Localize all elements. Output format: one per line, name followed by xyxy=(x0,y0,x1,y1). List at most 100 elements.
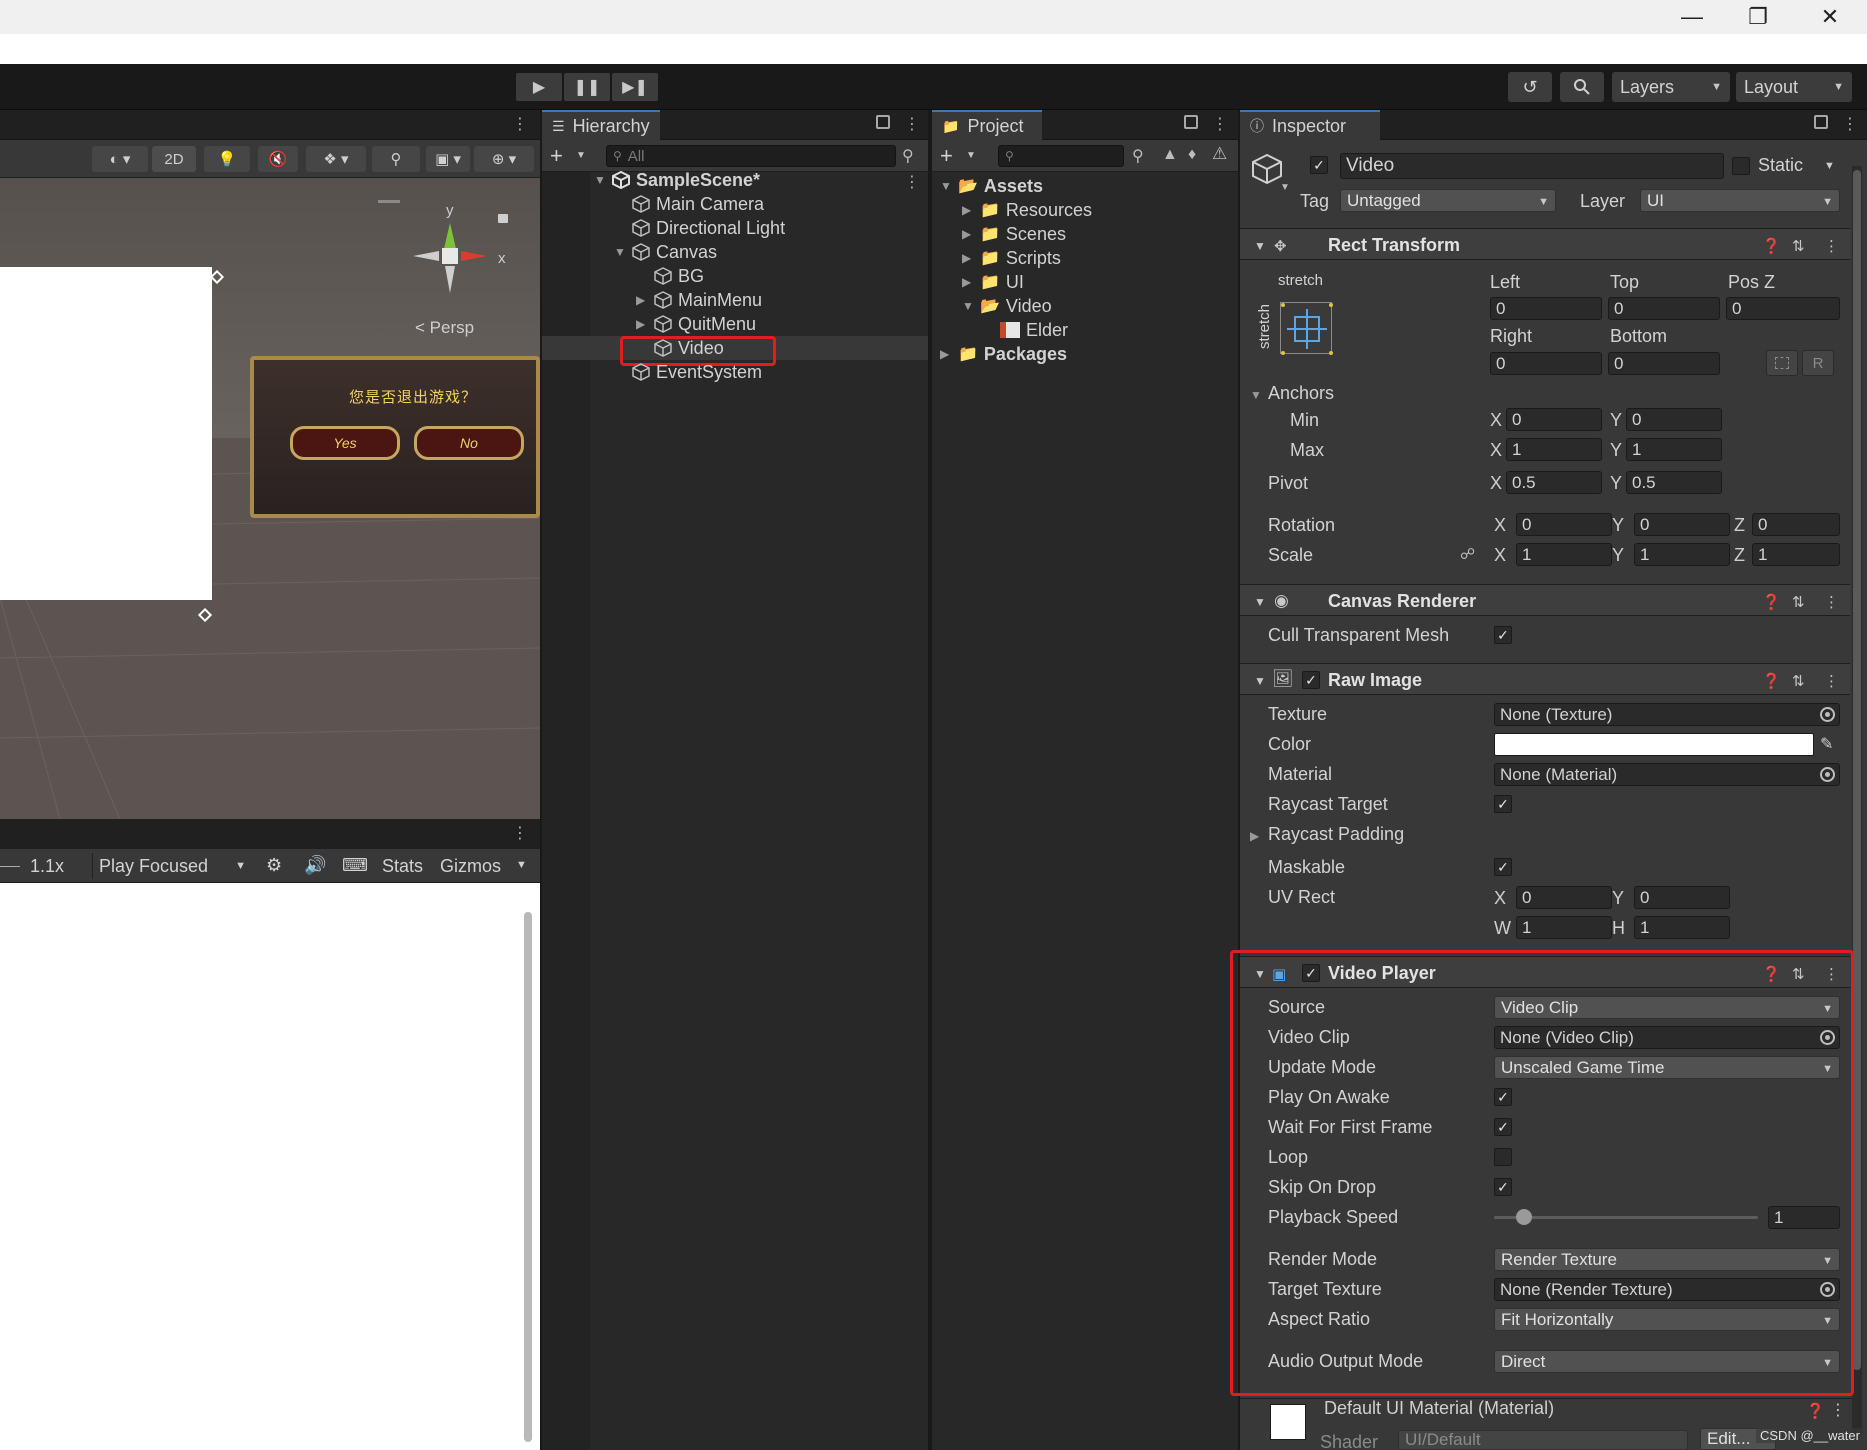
search-button[interactable] xyxy=(1560,72,1604,102)
scale-z-field[interactable]: 1 xyxy=(1752,543,1840,566)
collapse-arrow-icon[interactable]: ▼ xyxy=(1254,595,1266,609)
more-icon[interactable]: ⋮ xyxy=(1824,237,1839,255)
close-icon[interactable]: ✕ xyxy=(1800,0,1860,34)
play-button[interactable]: ▶ xyxy=(516,73,562,101)
rotation-y-field[interactable]: 0 xyxy=(1634,513,1730,536)
link-off-icon[interactable]: ☍ xyxy=(1460,545,1475,563)
history-button[interactable]: ↺ xyxy=(1508,72,1552,102)
pivot-y-field[interactable]: 0.5 xyxy=(1626,471,1722,494)
tree-folder-ui[interactable]: ▶ 📁 UI xyxy=(962,270,1024,294)
expand-arrow-icon[interactable]: ▶ xyxy=(636,293,648,307)
scale-x-field[interactable]: 1 xyxy=(1516,543,1612,566)
tree-item-canvas[interactable]: ▼ Canvas xyxy=(614,240,717,264)
more-icon[interactable]: ⋮ xyxy=(1212,114,1228,134)
expand-arrow-icon[interactable]: ▼ xyxy=(962,299,974,313)
step-button[interactable]: ▶❚ xyxy=(612,73,658,101)
expand-arrow-icon[interactable]: ▶ xyxy=(962,251,974,265)
more-icon[interactable]: ⋮ xyxy=(1824,593,1839,611)
eyedropper-icon[interactable]: ✎ xyxy=(1820,734,1833,754)
more-icon[interactable]: ⋮ xyxy=(904,114,920,134)
object-picker-icon[interactable] xyxy=(1820,767,1835,782)
presets-icon[interactable]: ⇅ xyxy=(1792,672,1805,690)
filter-type-icon[interactable]: ▲ xyxy=(1162,146,1178,164)
perspective-label[interactable]: < Persp xyxy=(415,318,474,338)
search-filter-icon[interactable]: ⚲ xyxy=(1132,146,1144,166)
tree-asset-elder[interactable]: Elder xyxy=(1000,318,1068,342)
gizmos-button[interactable]: Gizmos xyxy=(440,856,501,877)
tree-item-eventsystem[interactable]: EventSystem xyxy=(632,360,762,384)
anchor-max-x-field[interactable]: 1 xyxy=(1506,438,1602,461)
warning-icon[interactable]: ⚠ xyxy=(1212,144,1227,164)
uv-x-field[interactable]: 0 xyxy=(1516,886,1612,909)
tree-folder-scenes[interactable]: ▶ 📁 Scenes xyxy=(962,222,1066,246)
scene-search-icon[interactable]: ⚲ xyxy=(902,146,914,166)
layout-dropdown[interactable]: Layout ▼ xyxy=(1736,72,1852,102)
raycast-target-checkbox[interactable]: ✓ xyxy=(1494,795,1512,813)
lock-icon[interactable] xyxy=(1184,115,1198,129)
dialog-no-button[interactable]: No xyxy=(414,426,524,460)
top-field[interactable]: 0 xyxy=(1608,297,1720,320)
expand-arrow-icon[interactable]: ▼ xyxy=(594,173,606,187)
uv-w-field[interactable]: 1 xyxy=(1516,916,1612,939)
lock-icon[interactable] xyxy=(498,214,508,223)
tree-item-mainmenu[interactable]: ▶ MainMenu xyxy=(636,288,762,312)
tree-scene-root[interactable]: ▼ SampleScene* xyxy=(594,168,760,192)
audio-mute-icon[interactable]: 🔇 xyxy=(258,146,298,172)
tree-folder-scripts[interactable]: ▶ 📁 Scripts xyxy=(962,246,1061,270)
posz-field[interactable]: 0 xyxy=(1726,297,1840,320)
add-icon[interactable]: + xyxy=(940,143,953,169)
help-icon[interactable]: ❓ xyxy=(1806,1402,1825,1420)
label-icon[interactable]: ♦ xyxy=(1188,146,1196,164)
quit-dialog[interactable]: 您是否退出游戏？ Yes No xyxy=(250,356,540,518)
shader-dropdown[interactable]: UI/Default xyxy=(1398,1430,1688,1450)
expand-arrow-icon[interactable]: ▼ xyxy=(1250,388,1262,402)
more-icon[interactable]: ⋮ xyxy=(1842,114,1858,134)
cull-transparent-mesh-checkbox[interactable]: ✓ xyxy=(1494,626,1512,644)
anchor-min-x-field[interactable]: 0 xyxy=(1506,408,1602,431)
more-icon[interactable]: ⋮ xyxy=(1830,1400,1846,1420)
tree-item-directional-light[interactable]: Directional Light xyxy=(632,216,785,240)
canvas-renderer-header[interactable]: ▼ ◉ Canvas Renderer ❓ ⇅ ⋮ xyxy=(1240,584,1850,616)
tab-hierarchy[interactable]: ☰ Hierarchy xyxy=(542,110,660,140)
add-icon[interactable]: + xyxy=(550,143,563,169)
tree-folder-resources[interactable]: ▶ 📁 Resources xyxy=(962,198,1092,222)
expand-arrow-icon[interactable]: ▶ xyxy=(962,227,974,241)
chevron-down-icon[interactable]: ▼ xyxy=(576,150,586,161)
project-search-input[interactable]: ⚲ xyxy=(998,145,1124,167)
more-icon[interactable]: ⋮ xyxy=(904,172,920,192)
active-checkbox[interactable]: ✓ xyxy=(1310,156,1328,174)
tree-item-main-camera[interactable]: Main Camera xyxy=(632,192,764,216)
right-field[interactable]: 0 xyxy=(1490,352,1602,375)
mode-2d-button[interactable]: 2D xyxy=(152,146,196,172)
hierarchy-search-input[interactable]: ⚲ All xyxy=(606,145,896,167)
expand-arrow-icon[interactable]: ▶ xyxy=(962,203,974,217)
more-icon[interactable]: ⋮ xyxy=(512,823,528,843)
expand-arrow-icon[interactable]: ▼ xyxy=(940,179,952,193)
lighting-icon[interactable]: 💡 xyxy=(204,146,250,172)
anchor-preset-button[interactable] xyxy=(1280,302,1333,355)
maskable-checkbox[interactable]: ✓ xyxy=(1494,858,1512,876)
keyboard-icon[interactable]: ⌨ xyxy=(342,855,368,876)
drag-handle[interactable] xyxy=(378,200,400,203)
object-name-field[interactable]: Video xyxy=(1340,153,1724,179)
expand-arrow-icon[interactable]: ▶ xyxy=(636,317,648,331)
tab-project[interactable]: 📁 Project xyxy=(932,110,1042,140)
texture-field[interactable]: None (Texture) xyxy=(1494,703,1840,726)
more-icon[interactable]: ⋮ xyxy=(1824,672,1839,690)
chevron-down-icon[interactable]: ▼ xyxy=(1280,182,1290,193)
raw-image-enabled-checkbox[interactable]: ✓ xyxy=(1302,671,1320,689)
help-icon[interactable]: ❓ xyxy=(1762,672,1781,690)
expand-arrow-icon[interactable]: ▶ xyxy=(940,347,952,361)
help-icon[interactable]: ❓ xyxy=(1762,237,1781,255)
uv-h-field[interactable]: 1 xyxy=(1634,916,1730,939)
expand-arrow-icon[interactable]: ▶ xyxy=(962,275,974,289)
scale-slider[interactable] xyxy=(0,866,20,867)
expand-arrow-icon[interactable]: ▶ xyxy=(1250,829,1262,843)
material-preview[interactable] xyxy=(1270,1404,1306,1440)
expand-arrow-icon[interactable]: ▼ xyxy=(614,245,626,259)
anchor-max-y-field[interactable]: 1 xyxy=(1626,438,1722,461)
static-checkbox[interactable] xyxy=(1732,157,1750,175)
orientation-gizmo[interactable] xyxy=(405,208,495,308)
uv-y-field[interactable]: 0 xyxy=(1634,886,1730,909)
anchor-min-y-field[interactable]: 0 xyxy=(1626,408,1722,431)
